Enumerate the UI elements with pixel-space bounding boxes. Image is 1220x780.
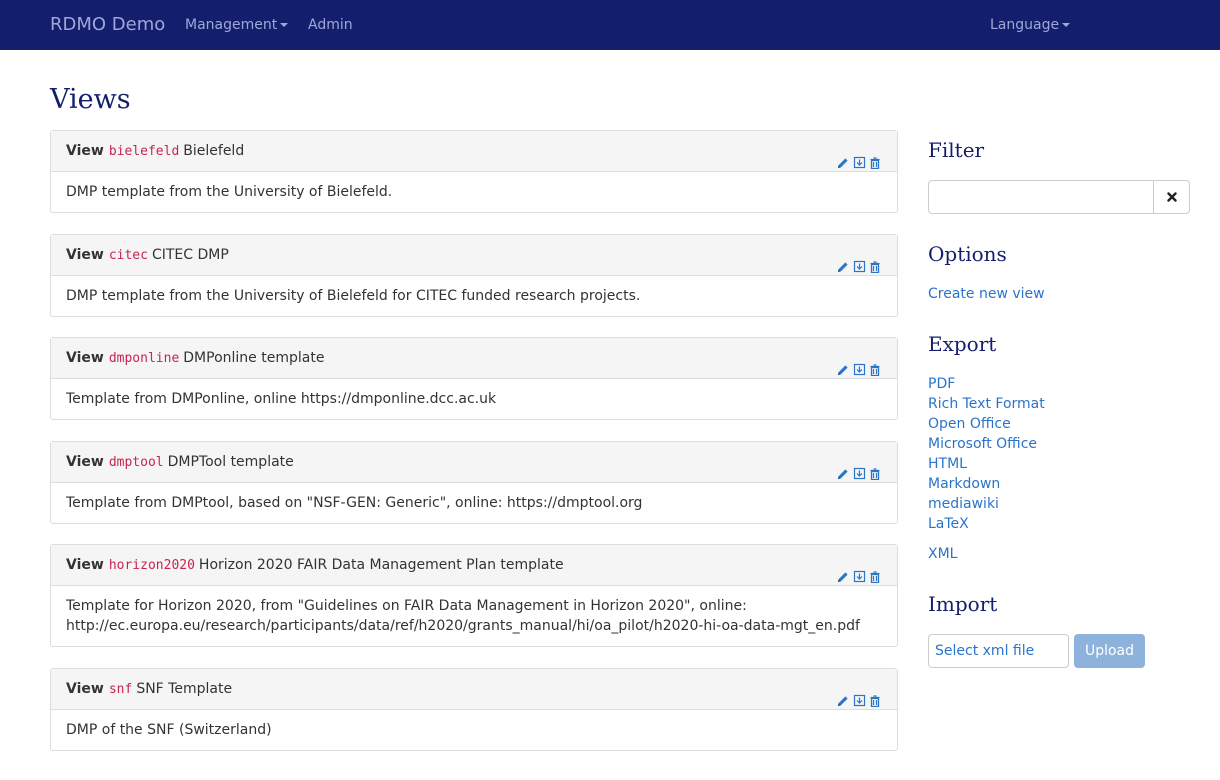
view-actions	[837, 235, 882, 275]
upload-button[interactable]: Upload	[1074, 634, 1145, 668]
view-title: Bielefeld	[183, 143, 245, 159]
view-key: dmponline	[108, 351, 180, 366]
filter-clear-button[interactable]	[1153, 180, 1190, 214]
export-template-icon[interactable]	[853, 249, 866, 272]
filter-heading: Filter	[928, 138, 985, 162]
view-title: CITEC DMP	[151, 247, 229, 263]
export-template-icon[interactable]	[853, 683, 866, 706]
view-panel: View horizon2020 Horizon 2020 FAIR Data Ma…	[50, 544, 898, 647]
edit-pencil-icon[interactable]	[837, 145, 850, 168]
view-panel: View bielefeld Bielefeld DMP template from …	[50, 130, 898, 213]
export-format-link[interactable]: mediawiki	[928, 494, 999, 514]
view-key: horizon2020	[108, 558, 195, 573]
view-actions	[837, 131, 882, 171]
delete-trash-icon[interactable]	[869, 456, 882, 480]
options-heading: Options	[928, 242, 1007, 266]
view-title: SNF Template	[136, 681, 233, 697]
export-format-link[interactable]: Markdown	[928, 474, 1000, 494]
caret-down-icon	[280, 23, 289, 27]
view-actions	[837, 669, 882, 709]
top-navbar: RDMO Demo Management Admin Language	[0, 0, 1220, 50]
view-key: snf	[108, 682, 133, 697]
view-key: dmptool	[108, 455, 164, 470]
view-panel: View dmptool DMPTool template Template from…	[50, 441, 898, 524]
management-menu[interactable]: Management	[185, 16, 289, 34]
view-panel: View snf SNF Template DMP of the SNF (Switz…	[50, 668, 898, 751]
view-label: View	[66, 454, 104, 470]
filter-input[interactable]	[928, 180, 1154, 214]
view-panel: View citec CITEC DMP DMP template from the …	[50, 234, 898, 317]
view-label: View	[66, 681, 104, 697]
export-template-icon[interactable]	[853, 145, 866, 168]
view-title: DMPTool template	[167, 454, 294, 470]
view-description: DMP template from the University of Biel…	[66, 184, 393, 200]
delete-trash-icon[interactable]	[869, 145, 882, 169]
view-description: DMP of the SNF (Switzerland)	[66, 722, 272, 738]
view-title: Horizon 2020 FAIR Data Management Plan t…	[198, 557, 564, 573]
view-panel: View dmponline DMPonline template Template …	[50, 337, 898, 420]
view-panel-heading: View dmptool DMPTool template	[51, 442, 897, 483]
export-template-icon[interactable]	[853, 352, 866, 375]
delete-trash-icon[interactable]	[869, 352, 882, 376]
view-label: View	[66, 557, 104, 573]
edit-pencil-icon[interactable]	[837, 683, 850, 706]
view-key: citec	[108, 248, 148, 263]
export-template-icon[interactable]	[853, 559, 866, 582]
delete-trash-icon[interactable]	[869, 249, 882, 273]
export-xml-link[interactable]: XML	[928, 544, 957, 564]
view-title: DMPonline template	[183, 350, 325, 366]
export-format-link[interactable]: Open Office	[928, 414, 1011, 434]
view-description: Template for Horizon 2020, from "Guideli…	[66, 598, 860, 634]
export-format-link[interactable]: HTML	[928, 454, 967, 474]
view-panel-heading: View bielefeld Bielefeld	[51, 131, 897, 172]
edit-pencil-icon[interactable]	[837, 352, 850, 375]
delete-trash-icon[interactable]	[869, 683, 882, 707]
edit-pencil-icon[interactable]	[837, 249, 850, 272]
view-actions	[837, 442, 882, 482]
delete-trash-icon[interactable]	[869, 559, 882, 583]
times-icon	[1166, 192, 1177, 202]
admin-link[interactable]: Admin	[308, 16, 353, 34]
export-format-link[interactable]: PDF	[928, 374, 955, 394]
select-xml-file-input[interactable]: Select xml file	[928, 634, 1069, 668]
edit-pencil-icon[interactable]	[837, 456, 850, 479]
view-key: bielefeld	[108, 144, 180, 159]
language-label: Language	[990, 17, 1060, 33]
view-description: Template from DMPonline, online https://…	[66, 391, 497, 407]
view-panel-heading: View citec CITEC DMP	[51, 235, 897, 276]
export-format-link[interactable]: Rich Text Format	[928, 394, 1045, 414]
edit-pencil-icon[interactable]	[837, 559, 850, 582]
view-actions	[837, 545, 882, 585]
view-panel-heading: View horizon2020 Horizon 2020 FAIR Data Ma…	[51, 545, 897, 586]
view-label: View	[66, 350, 104, 366]
export-format-link[interactable]: Microsoft Office	[928, 434, 1037, 454]
view-description: Template from DMPtool, based on "NSF-GEN…	[66, 495, 643, 511]
view-label: View	[66, 143, 104, 159]
import-heading: Import	[928, 592, 998, 616]
language-menu[interactable]: Language	[990, 16, 1071, 34]
view-description: DMP template from the University of Biel…	[66, 288, 641, 304]
page-title: Views	[50, 84, 131, 115]
management-label: Management	[185, 17, 278, 33]
export-format-link[interactable]: LaTeX	[928, 514, 969, 534]
view-panel-heading: View dmponline DMPonline template	[51, 338, 897, 379]
view-panel-heading: View snf SNF Template	[51, 669, 897, 710]
export-template-icon[interactable]	[853, 456, 866, 479]
view-actions	[837, 338, 882, 378]
view-label: View	[66, 247, 104, 263]
caret-down-icon	[1062, 23, 1071, 27]
export-heading: Export	[928, 332, 997, 356]
brand-link[interactable]: RDMO Demo	[50, 15, 165, 35]
create-new-view-link[interactable]: Create new view	[928, 284, 1045, 304]
